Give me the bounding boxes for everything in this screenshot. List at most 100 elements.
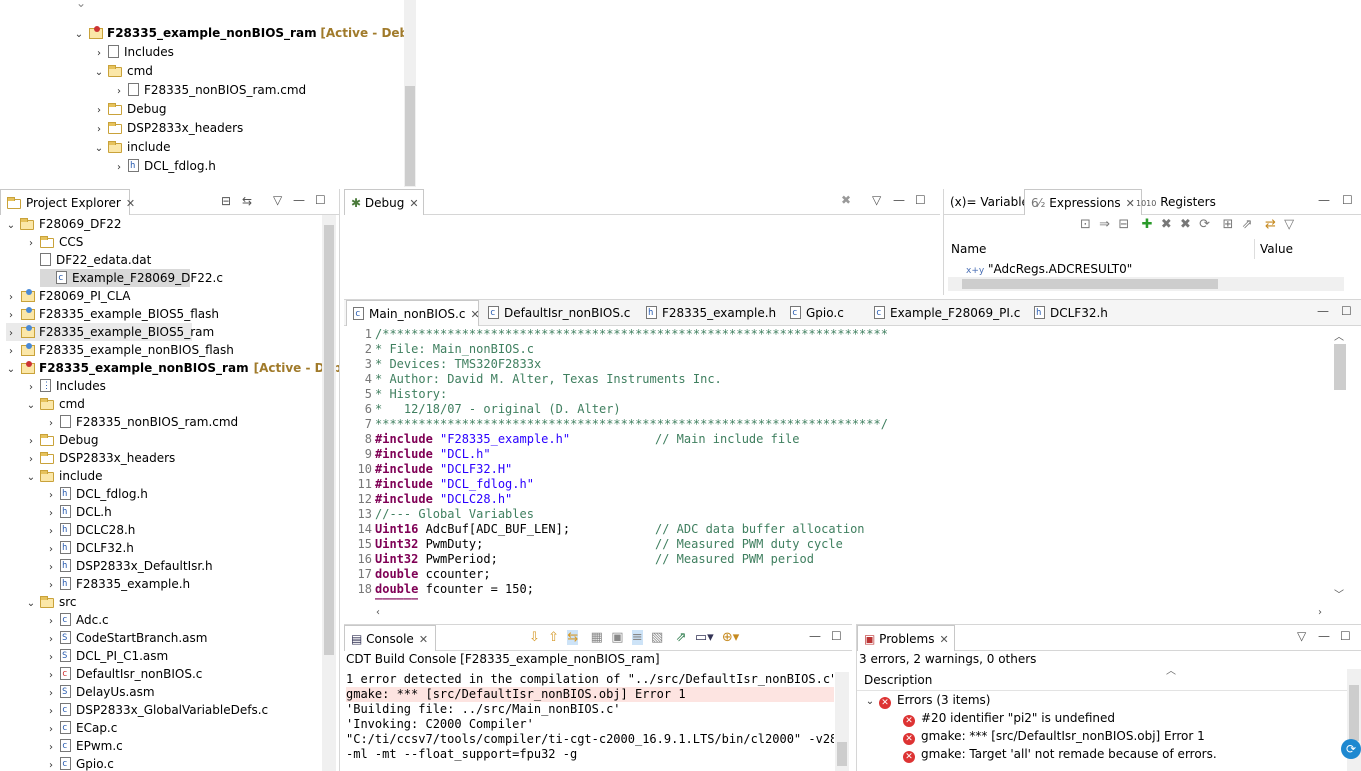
code-line[interactable]: #include "F28335_example.h"	[375, 432, 570, 446]
close-icon[interactable]: ✕	[409, 197, 418, 210]
tree-item[interactable]: DF22_edata.dat	[26, 251, 151, 269]
column-value[interactable]: Value	[1260, 239, 1293, 259]
code-line[interactable]: Uint32 PwmDuty;	[375, 537, 483, 551]
console-vscroll[interactable]	[835, 672, 849, 771]
tree-item[interactable]: › F28335_example_nonBIOS_flash	[6, 341, 234, 359]
chevron-down-icon[interactable]: ⌄	[26, 469, 36, 487]
code-editor[interactable]: 1/**************************************…	[344, 326, 1329, 606]
export-icon[interactable]: ⇗	[1242, 217, 1253, 232]
tab-defaultisr[interactable]: c DefaultIsr_nonBIOS.c	[482, 300, 636, 326]
code-line[interactable]: * History:	[375, 387, 447, 401]
tab-expressions[interactable]: 6⁄₂ Expressions ✕	[1024, 189, 1142, 215]
code-line[interactable]: /***************************************…	[375, 327, 888, 341]
code-line[interactable]: #include "DCL.h"	[375, 447, 491, 461]
top-tree-scrollbar[interactable]	[404, 0, 416, 187]
problem-row[interactable]: ✕ gmake: *** [src/DefaultIsr_nonBIOS.obj]…	[903, 727, 1205, 745]
tree-item[interactable]: › c DefaultIsr_nonBIOS.c	[46, 665, 202, 683]
code-line[interactable]: * Author: David M. Alter, Texas Instrume…	[375, 372, 722, 386]
pin-icon[interactable]: ⇗	[676, 630, 687, 645]
tab-problems[interactable]: ▣ Problems ✕	[857, 625, 955, 651]
top-tree-fdlog[interactable]: › h DCL_fdlog.h	[114, 157, 216, 175]
top-tree-cmd-file[interactable]: › F28335_nonBIOS_ram.cmd	[114, 81, 306, 99]
tree-item[interactable]: › S DelayUs.asm	[46, 683, 155, 701]
chevron-down-icon[interactable]: ⌄	[6, 217, 16, 235]
minimize-icon[interactable]: —	[1318, 629, 1330, 643]
top-tree-project[interactable]: ⌄ F28335_example_nonBIOS_ram [Active - De…	[74, 24, 416, 42]
maximize-icon[interactable]: ☐	[1341, 304, 1352, 318]
maximize-icon[interactable]: ☐	[915, 193, 926, 207]
remove-icon[interactable]: ✖	[1161, 217, 1172, 232]
maximize-icon[interactable]: ☐	[1340, 629, 1351, 643]
tree-item[interactable]: › c EPwm.c	[46, 737, 123, 755]
code-line[interactable]: Uint32 PwmPeriod;	[375, 552, 498, 566]
chevron-down-icon[interactable]: ⌄	[26, 397, 36, 415]
remove-all-icon[interactable]: ✖	[1180, 217, 1191, 232]
code-line[interactable]: ****************************************…	[375, 417, 888, 431]
code-line[interactable]: double ccounter;	[375, 567, 491, 581]
expression-row[interactable]: x+y "AdcRegs.ADCRESULT0"	[966, 260, 1132, 278]
close-icon[interactable]: ✕	[470, 308, 479, 321]
tree-item[interactable]: › h DCL_fdlog.h	[46, 485, 148, 503]
tree-item[interactable]: › F28335_example_BIOS5_ram	[6, 323, 214, 341]
tree-item[interactable]: › F28335_example_BIOS5_flash	[6, 305, 219, 323]
close-icon[interactable]: ✕	[939, 633, 948, 646]
minimize-icon[interactable]: —	[893, 193, 905, 207]
scroll-up-icon[interactable]: ︿	[1334, 328, 1344, 343]
close-icon[interactable]: ✕	[419, 633, 428, 646]
close-icon[interactable]: ✕	[126, 197, 135, 210]
chevron-right-icon[interactable]: ›	[46, 757, 56, 771]
code-line[interactable]: double fcounter = 150;	[375, 582, 534, 596]
tree-item[interactable]: ⌄F28335_example_nonBIOS_ram[Active - Deb…	[6, 359, 339, 377]
tab-debug[interactable]: ✱ Debug ✕	[344, 189, 424, 215]
tree-item[interactable]: › h DCLF32.h	[46, 539, 134, 557]
scroll-down-icon[interactable]: ﹀	[1334, 586, 1344, 601]
view-menu-icon[interactable]: ▽	[872, 193, 881, 207]
scroll-down-icon[interactable]: ⇩	[529, 630, 540, 645]
tree-item[interactable]: ⌄ src	[26, 593, 77, 611]
problem-row[interactable]: ✕ #20 identifier "pi2" is undefined	[903, 709, 1115, 727]
sync-icon[interactable]: ⇄	[1265, 217, 1276, 232]
tree-item[interactable]: › c ECap.c	[46, 719, 117, 737]
tab-example-f28069-pi[interactable]: c Example_F28069_PI.c	[868, 300, 1026, 326]
column-name[interactable]: Name	[951, 239, 986, 259]
code-line[interactable]: * File: Main_nonBIOS.c	[375, 342, 534, 356]
top-tree-include[interactable]: ⌄ include	[94, 138, 171, 156]
tree-item[interactable]: › S DCL_PI_C1.asm	[46, 647, 168, 665]
tab-console[interactable]: ▤ Console ✕	[344, 625, 436, 651]
view-menu-icon[interactable]: ▽	[273, 193, 282, 207]
tree-item[interactable]: › Debug	[26, 431, 98, 449]
tree-item[interactable]: › c DSP2833x_GlobalVariableDefs.c	[46, 701, 268, 719]
code-line[interactable]: #include "DCLC28.h"	[375, 492, 512, 506]
tree-item[interactable]: › h F28335_example.h	[46, 575, 190, 593]
tree-item[interactable]: c Example_F28069_DF22.c	[40, 269, 223, 287]
maximize-icon[interactable]: ☐	[1342, 193, 1353, 207]
console-output[interactable]: 1 error detected in the compilation of "…	[346, 672, 834, 771]
clear-console-icon[interactable]: ▦	[591, 630, 603, 645]
chevron-down-icon[interactable]: ⌄	[26, 595, 36, 613]
open-console-icon[interactable]: ⊕▾	[722, 630, 739, 645]
top-tree-cmd[interactable]: ⌄ cmd	[94, 62, 153, 80]
tab-dclf32[interactable]: h DCLF32.h	[1028, 300, 1114, 326]
tree-item[interactable]: › F28335_nonBIOS_ram.cmd	[46, 413, 238, 431]
code-line[interactable]: * 12/18/07 - original (D. Alter)	[375, 402, 621, 416]
view-menu-icon[interactable]: ▽	[1284, 217, 1294, 232]
errors-group[interactable]: ⌄ ✕ Errors (3 items)	[865, 691, 991, 709]
tab-registers[interactable]: 1010 Registers	[1130, 189, 1222, 215]
tree-item[interactable]: ⌄ include	[26, 467, 103, 487]
tree-item[interactable]: › h DCL.h	[46, 503, 112, 521]
tree-item[interactable]: › S CodeStartBranch.asm	[46, 629, 207, 647]
tree-item[interactable]: ⌄ cmd	[26, 395, 85, 413]
tab-main-nonbios[interactable]: c Main_nonBIOS.c ✕	[346, 300, 480, 326]
warnings-group-partial[interactable]: ›	[865, 764, 879, 771]
tree-item[interactable]: › c Adc.c	[46, 611, 109, 629]
maximize-icon[interactable]: ☐	[315, 193, 326, 207]
minimize-icon[interactable]: —	[1318, 193, 1330, 207]
tree-item[interactable]: › c Gpio.c	[46, 755, 114, 771]
help-icon[interactable]: ⟳	[1341, 739, 1361, 759]
new-icon[interactable]: ⊞	[1222, 217, 1233, 232]
scroll-lock-icon[interactable]: ⇆	[567, 630, 579, 645]
minimize-icon[interactable]: —	[1317, 304, 1329, 318]
problem-row[interactable]: ✕ gmake: Target 'all' not remade because …	[903, 745, 1217, 763]
top-tree-debug[interactable]: › Debug	[94, 100, 166, 118]
display-console-icon[interactable]: ▭▾	[695, 630, 714, 645]
